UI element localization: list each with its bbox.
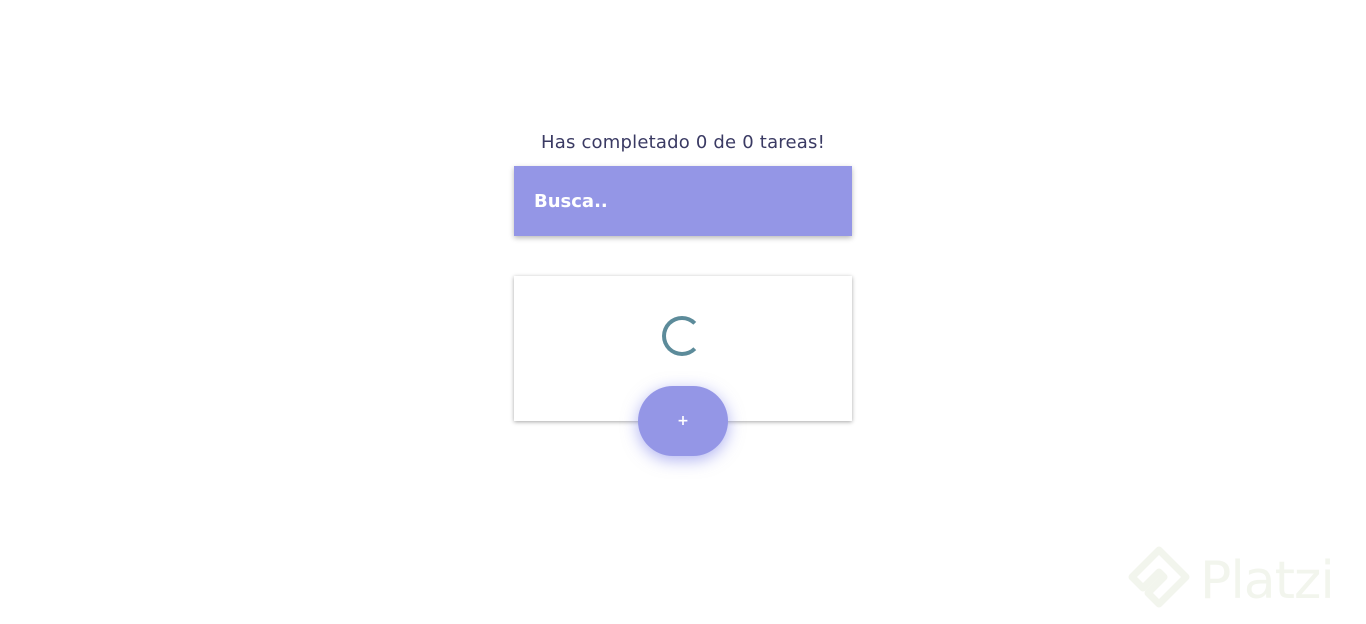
- loading-spinner-icon: [662, 316, 702, 356]
- watermark: Platzi: [1124, 542, 1360, 620]
- search-input[interactable]: [514, 166, 852, 236]
- platzi-logo-icon: [1128, 546, 1190, 608]
- todo-counter: Has completado 0 de 0 tareas!: [540, 132, 826, 153]
- watermark-brand: Platzi: [1200, 551, 1335, 611]
- todo-app: Has completado 0 de 0 tareas! + Platzi: [0, 0, 1366, 624]
- add-todo-button[interactable]: +: [638, 386, 728, 456]
